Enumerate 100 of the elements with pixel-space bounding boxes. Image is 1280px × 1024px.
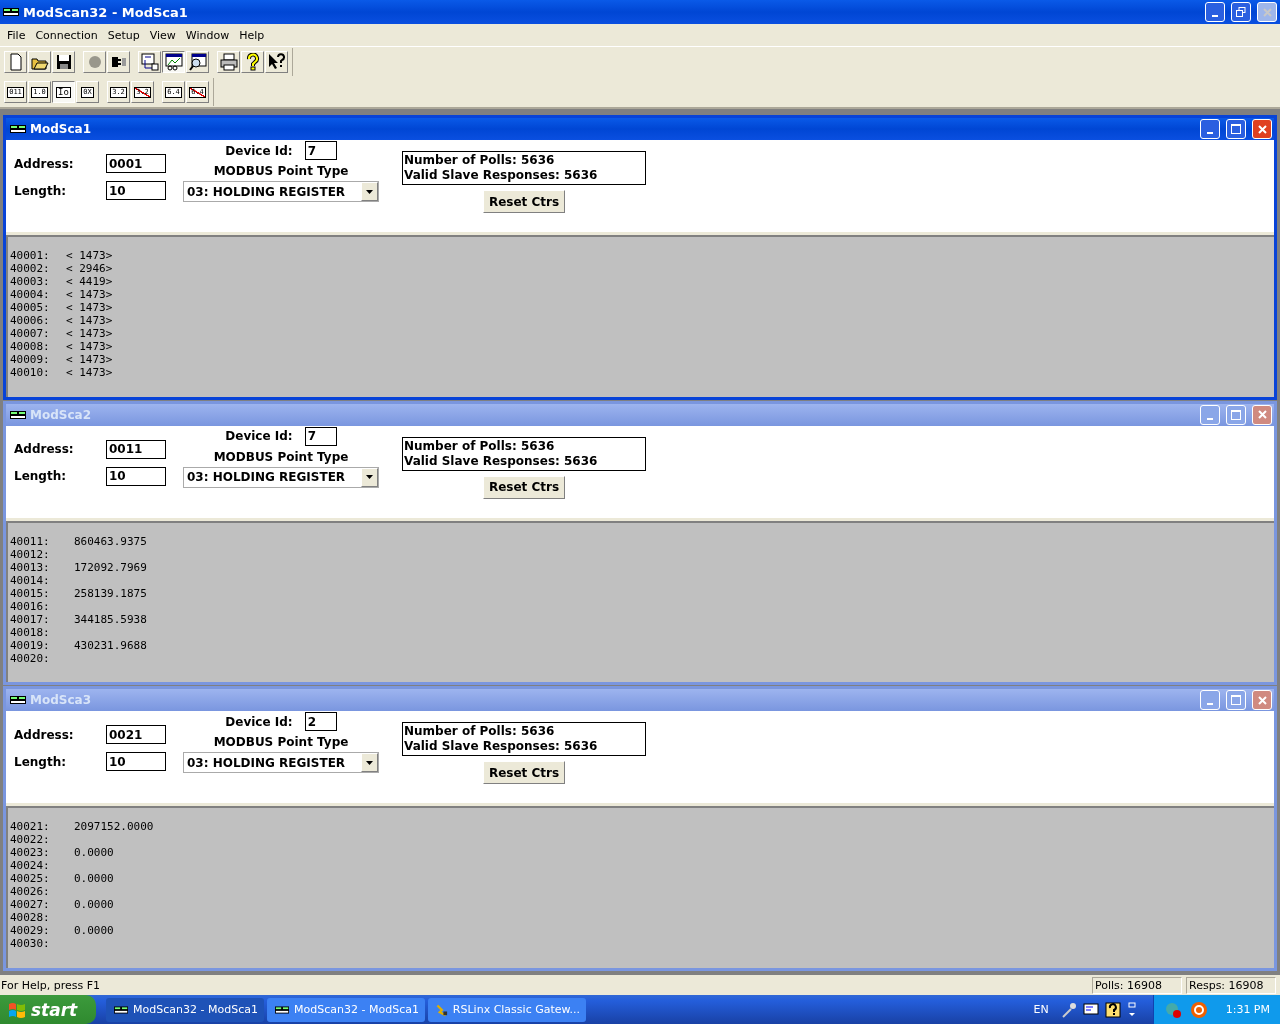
register-address: 40023: xyxy=(10,846,51,860)
register-address: 40027: xyxy=(10,898,51,912)
taskbar-button[interactable]: RSLinx Classic Gatew... xyxy=(428,997,586,1022)
taskbar-button[interactable]: ModScan32 - ModSca1 xyxy=(267,997,425,1022)
register-address: 40001: xyxy=(10,249,51,262)
context-help-button[interactable] xyxy=(265,51,288,73)
register-value: 2097152.0000 xyxy=(73,820,154,834)
microphone-icon[interactable] xyxy=(1060,1001,1077,1018)
register-address: 40025: xyxy=(10,872,51,886)
language-indicator[interactable]: EN xyxy=(1033,1003,1049,1016)
register-address: 40024: xyxy=(10,859,51,873)
minimize-icon xyxy=(1212,15,1218,17)
register-value: 0.0000 xyxy=(73,898,114,912)
minimize-icon xyxy=(1207,132,1213,134)
taskbar-button[interactable]: ModScan32 - ModSca1 xyxy=(106,997,264,1022)
length-label: Length: xyxy=(14,754,66,769)
point-type-label: MODBUS Point Type xyxy=(213,449,349,464)
window-title: ModScan32 - ModSca1 xyxy=(23,4,188,20)
address-label: Address: xyxy=(14,727,74,742)
register-address: 40015: xyxy=(10,586,51,600)
register-address: 40019: xyxy=(10,638,51,652)
register-address: 40008: xyxy=(10,340,51,353)
restore-button[interactable] xyxy=(1231,2,1251,22)
register-address: 40013: xyxy=(10,560,51,574)
minimize-button[interactable] xyxy=(1205,2,1225,22)
device-id-field[interactable]: 7 xyxy=(304,141,337,160)
register-address: 40007: xyxy=(10,327,51,340)
menu-item[interactable]: Help xyxy=(234,28,270,42)
address-field[interactable]: 0001 xyxy=(106,154,166,173)
register-address: 40010: xyxy=(10,366,51,379)
length-label: Length: xyxy=(14,469,66,484)
dropdown-arrow-icon xyxy=(366,475,373,480)
menu-item[interactable]: View xyxy=(144,28,181,42)
print-button[interactable] xyxy=(217,51,240,73)
magnifier-icon xyxy=(188,53,207,71)
display-button[interactable] xyxy=(138,51,161,73)
responses-status: Resps: 16908 xyxy=(1186,976,1276,994)
menu-item[interactable]: Setup xyxy=(102,28,145,42)
maximize-icon xyxy=(1231,124,1241,134)
save-button[interactable] xyxy=(52,51,75,73)
register-address: 40012: xyxy=(10,547,51,561)
register-address: 40029: xyxy=(10,924,51,938)
close-button[interactable] xyxy=(1252,119,1272,139)
minimize-icon xyxy=(1207,417,1213,420)
register-address: 40016: xyxy=(10,599,51,613)
menu-item[interactable]: File xyxy=(2,28,31,42)
restore-icon[interactable] xyxy=(1126,1001,1137,1018)
register-address: 40021: xyxy=(10,820,51,834)
responses-count: Valid Slave Responses: 5636 xyxy=(404,168,599,183)
register-value: < 1473> xyxy=(66,314,113,327)
register-value: < 1473> xyxy=(66,366,113,379)
polls-count: Number of Polls: 5636 xyxy=(404,153,556,168)
point-type-dropdown[interactable]: 03: HOLDING REGISTER xyxy=(183,181,379,202)
polls-status: Polls: 16908 xyxy=(1092,976,1182,994)
start-button[interactable]: start xyxy=(0,995,96,1024)
monitor-button[interactable] xyxy=(162,51,185,73)
new-button[interactable] xyxy=(4,51,27,73)
device-id-label: Device Id: xyxy=(225,714,293,729)
register-value: 430231.9688 xyxy=(73,638,147,652)
polls-count: Number of Polls: 5636 xyxy=(404,724,556,740)
register-value: < 2946> xyxy=(66,262,113,275)
address-label: Address: xyxy=(14,156,74,171)
maximize-button[interactable] xyxy=(1226,119,1246,139)
device-id-label: Device Id: xyxy=(225,429,293,444)
close-button[interactable] xyxy=(1257,2,1277,22)
save-icon xyxy=(54,53,73,71)
ring-icon[interactable] xyxy=(1189,1000,1208,1019)
responses-count: Valid Slave Responses: 5636 xyxy=(404,453,599,469)
register-value: 172092.7969 xyxy=(73,560,147,574)
register-value: < 1473> xyxy=(66,301,113,314)
help-button[interactable] xyxy=(241,51,264,73)
context-help-icon xyxy=(267,53,286,71)
point-type-label: MODBUS Point Type xyxy=(213,735,349,750)
menu-item[interactable]: Connection xyxy=(30,28,103,42)
help-icon[interactable] xyxy=(1104,1001,1121,1018)
maximize-icon xyxy=(1231,695,1241,706)
restore-icon xyxy=(1236,7,1246,17)
maximize-icon xyxy=(1231,409,1241,420)
disconnect-button[interactable] xyxy=(107,51,130,73)
register-address: 40006: xyxy=(10,314,51,327)
responses-count: Valid Slave Responses: 5636 xyxy=(404,739,599,755)
magnifier-button[interactable] xyxy=(186,51,209,73)
menu-item[interactable]: Window xyxy=(180,28,235,42)
dropdown-arrow-icon xyxy=(366,189,373,194)
minimize-button[interactable] xyxy=(1200,119,1220,139)
app-logo-icon xyxy=(3,7,19,17)
register-address: 40028: xyxy=(10,911,51,925)
register-address: 40011: xyxy=(10,534,51,548)
speech-icon[interactable] xyxy=(1082,1001,1099,1018)
open-button[interactable] xyxy=(28,51,51,73)
window-logo-icon xyxy=(10,696,26,705)
register-value: 0.0000 xyxy=(73,846,114,860)
window-title: ModSca3 xyxy=(30,693,91,708)
register-value: < 1473> xyxy=(66,340,113,353)
format-button[interactable]: Io xyxy=(52,81,75,103)
device-id-label: Device Id: xyxy=(225,143,293,158)
register-address: 40004: xyxy=(10,288,51,301)
reset-counters-button[interactable]: Reset Ctrs xyxy=(482,190,566,213)
length-field[interactable]: 10 xyxy=(106,181,166,200)
window-logo-icon xyxy=(10,125,26,133)
